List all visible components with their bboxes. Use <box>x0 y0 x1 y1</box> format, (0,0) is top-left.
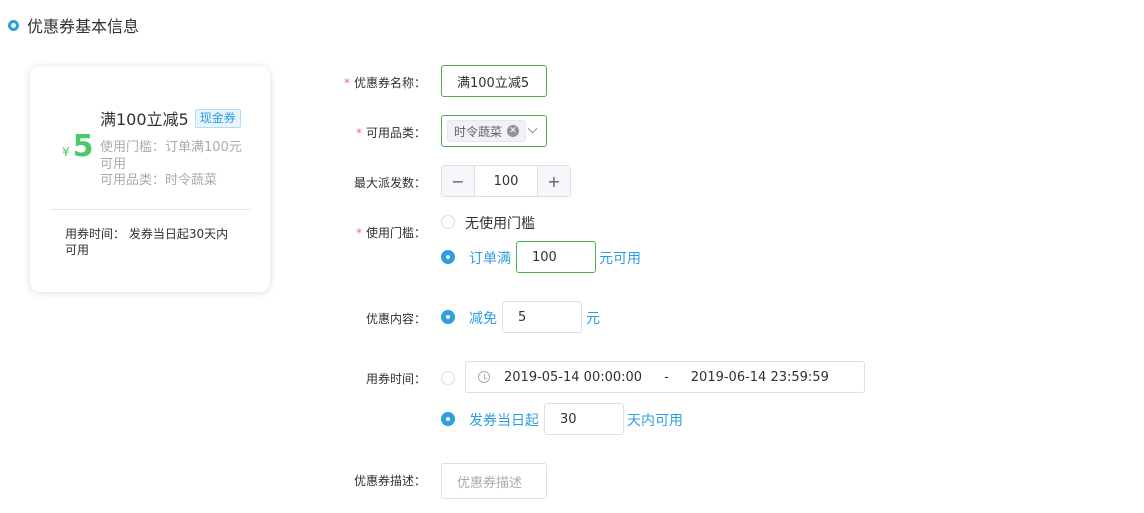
required-mark: * <box>355 126 362 140</box>
coupon-amount: ¥ 5 <box>62 132 94 162</box>
description-input[interactable]: 优惠券描述 <box>441 463 547 499</box>
increment-button[interactable]: + <box>537 166 570 196</box>
required-mark: * <box>343 76 350 90</box>
threshold-label: * 使用门槛： <box>355 226 426 240</box>
discount-suffix: 元 <box>586 311 600 327</box>
no-threshold-radio[interactable] <box>441 215 455 229</box>
coupon-preview-name: 满100立减5 <box>100 110 189 129</box>
relative-days-radio[interactable] <box>441 412 455 426</box>
currency-symbol: ¥ <box>62 145 70 159</box>
start-date[interactable]: 2019-05-14 00:00:00 <box>504 370 642 385</box>
discount-prefix[interactable]: 减免 <box>469 308 497 328</box>
coupon-preview-time: 用券时间： 发券当日起30天内可用 <box>65 227 229 257</box>
coupon-preview-category: 可用品类：时令蔬菜 <box>100 173 218 188</box>
max-issue-label: 最大派发数： <box>353 176 426 190</box>
category-label: * 可用品类： <box>355 126 426 140</box>
coupon-preview-card: 满100立减5 现金券 ¥ 5 使用门槛：订单满100元可用 可用品类：时令蔬菜… <box>30 66 270 292</box>
coupon-divider <box>50 209 250 210</box>
clock-icon <box>478 371 490 383</box>
order-threshold-prefix[interactable]: 订单满 <box>469 248 511 268</box>
valid-days-input[interactable]: 30 <box>544 403 624 435</box>
date-range-picker[interactable]: 2019-05-14 00:00:00 - 2019-06-14 23:59:5… <box>465 361 865 393</box>
order-threshold-radio[interactable] <box>441 250 455 264</box>
date-range-radio[interactable] <box>441 371 455 385</box>
section-dot-icon <box>8 19 19 31</box>
coupon-name-row: 满100立减5 现金券 <box>100 106 241 130</box>
coupon-amount-value: 5 <box>72 129 94 164</box>
date-separator: - <box>664 369 669 385</box>
required-mark: * <box>355 226 362 240</box>
description-label: 优惠券描述： <box>353 474 426 488</box>
chevron-down-icon <box>527 123 538 134</box>
coupon-name-input[interactable]: 满100立减5 <box>441 65 547 97</box>
tag-close-icon[interactable]: ✕ <box>507 125 520 137</box>
section-title: 优惠券基本信息 <box>27 17 140 36</box>
no-threshold-label[interactable]: 无使用门槛 <box>465 213 535 233</box>
decrement-button[interactable]: − <box>442 166 475 196</box>
section-header: 优惠券基本信息 <box>8 14 139 36</box>
max-issue-stepper[interactable]: − 100 + <box>441 165 571 197</box>
time-label: 用券时间： <box>365 372 426 386</box>
max-issue-value[interactable]: 100 <box>475 166 537 196</box>
order-amount-input[interactable]: 100 <box>516 241 596 273</box>
relative-days-suffix: 天内可用 <box>627 413 683 429</box>
end-date[interactable]: 2019-06-14 23:59:59 <box>691 370 829 385</box>
category-tag: 时令蔬菜 ✕ <box>447 120 527 142</box>
coupon-type-badge: 现金券 <box>194 108 241 128</box>
discount-radio[interactable] <box>441 310 455 324</box>
coupon-preview-threshold: 使用门槛：订单满100元可用 <box>100 140 242 172</box>
order-threshold-suffix: 元可用 <box>599 251 641 267</box>
category-select[interactable]: 时令蔬菜 ✕ <box>441 115 547 147</box>
discount-amount-input[interactable]: 5 <box>502 301 582 333</box>
content-label: 优惠内容： <box>365 312 426 326</box>
name-label: * 优惠券名称： <box>343 76 426 90</box>
relative-days-prefix[interactable]: 发券当日起 <box>469 410 539 430</box>
category-tag-label: 时令蔬菜 <box>454 124 503 139</box>
